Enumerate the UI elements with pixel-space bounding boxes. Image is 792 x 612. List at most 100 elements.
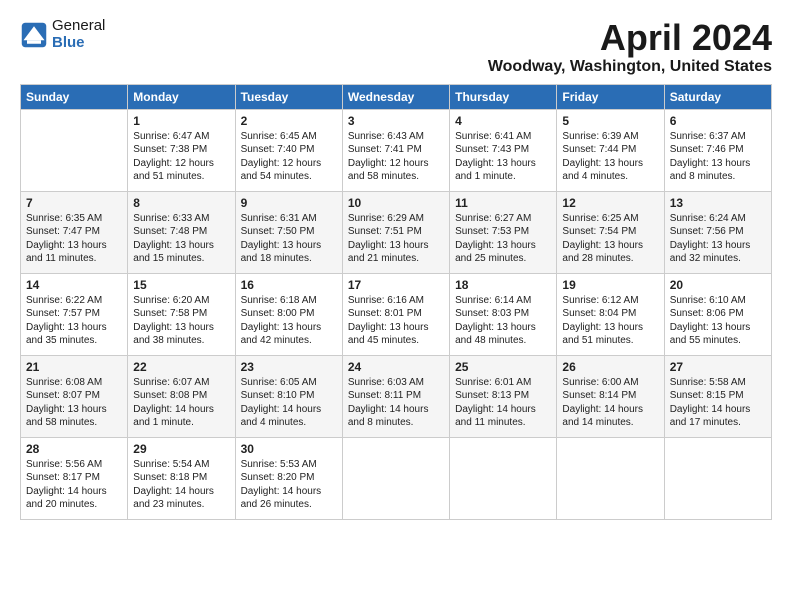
calendar-week-row: 1Sunrise: 6:47 AM Sunset: 7:38 PM Daylig…: [21, 109, 772, 191]
table-row: 29 Sunrise: 5:54 AM Sunset: 8:18 PM Dayli…: [128, 437, 235, 519]
day-number: 30: [241, 442, 337, 456]
day-info: Sunrise: 6:31 AM Sunset: 7:50 PM Dayligh…: [241, 212, 337, 266]
table-row: 13 Sunrise: 6:24 AM Sunset: 7:56 PM Dayli…: [664, 191, 771, 273]
table-row: [450, 437, 557, 519]
col-saturday: Saturday: [664, 84, 771, 109]
day-number: 20: [670, 278, 766, 292]
day-number: 7: [26, 196, 122, 210]
col-wednesday: Wednesday: [342, 84, 449, 109]
location-text: Woodway, Washington, United States: [488, 58, 772, 76]
day-number: 24: [348, 360, 444, 374]
day-number: 6: [670, 114, 766, 128]
col-friday: Friday: [557, 84, 664, 109]
page-container: General Blue April 2024 Woodway, Washing…: [0, 0, 792, 530]
day-info: Sunrise: 5:56 AM Sunset: 8:17 PM Dayligh…: [26, 458, 122, 512]
table-row: 19 Sunrise: 6:12 AM Sunset: 8:04 PM Dayli…: [557, 273, 664, 355]
day-number: 17: [348, 278, 444, 292]
day-info: Sunrise: 6:33 AM Sunset: 7:48 PM Dayligh…: [133, 212, 229, 266]
calendar-week-row: 28 Sunrise: 5:56 AM Sunset: 8:17 PM Dayli…: [21, 437, 772, 519]
day-info: Sunrise: 5:58 AM Sunset: 8:15 PM Dayligh…: [670, 376, 766, 430]
calendar-table: Sunday Monday Tuesday Wednesday Thursday…: [20, 84, 772, 520]
day-number: 16: [241, 278, 337, 292]
col-sunday: Sunday: [21, 84, 128, 109]
page-header: General Blue April 2024 Woodway, Washing…: [20, 18, 772, 76]
day-number: 3: [348, 114, 444, 128]
day-number: 15: [133, 278, 229, 292]
day-info: Sunrise: 6:37 AM Sunset: 7:46 PM Dayligh…: [670, 130, 766, 184]
table-row: 4 Sunrise: 6:41 AM Sunset: 7:43 PM Daylig…: [450, 109, 557, 191]
day-info: Sunrise: 6:12 AM Sunset: 8:04 PM Dayligh…: [562, 294, 658, 348]
day-number: 5: [562, 114, 658, 128]
day-number: 2: [241, 114, 337, 128]
calendar-header-row: Sunday Monday Tuesday Wednesday Thursday…: [21, 84, 772, 109]
day-info: Sunrise: 6:20 AM Sunset: 7:58 PM Dayligh…: [133, 294, 229, 348]
day-number: 27: [670, 360, 766, 374]
day-info: Sunrise: 6:08 AM Sunset: 8:07 PM Dayligh…: [26, 376, 122, 430]
table-row: 22 Sunrise: 6:07 AM Sunset: 8:08 PM Dayli…: [128, 355, 235, 437]
day-number: 23: [241, 360, 337, 374]
day-info: Sunrise: 6:41 AM Sunset: 7:43 PM Dayligh…: [455, 130, 551, 184]
table-row: 1Sunrise: 6:47 AM Sunset: 7:38 PM Daylig…: [128, 109, 235, 191]
day-info: Sunrise: 5:54 AM Sunset: 8:18 PM Dayligh…: [133, 458, 229, 512]
day-info: Sunrise: 6:22 AM Sunset: 7:57 PM Dayligh…: [26, 294, 122, 348]
day-info: Sunrise: 6:45 AM Sunset: 7:40 PM Dayligh…: [241, 130, 337, 184]
day-number: 4: [455, 114, 551, 128]
col-monday: Monday: [128, 84, 235, 109]
day-info: Sunrise: 6:27 AM Sunset: 7:53 PM Dayligh…: [455, 212, 551, 266]
day-info: Sunrise: 5:53 AM Sunset: 8:20 PM Dayligh…: [241, 458, 337, 512]
logo-general-text: General: [52, 18, 105, 35]
day-info: Sunrise: 6:01 AM Sunset: 8:13 PM Dayligh…: [455, 376, 551, 430]
day-number: 22: [133, 360, 229, 374]
table-row: 8 Sunrise: 6:33 AM Sunset: 7:48 PM Daylig…: [128, 191, 235, 273]
table-row: 12Sunrise: 6:25 AM Sunset: 7:54 PM Dayli…: [557, 191, 664, 273]
day-info: Sunrise: 6:35 AM Sunset: 7:47 PM Dayligh…: [26, 212, 122, 266]
day-number: 26: [562, 360, 658, 374]
logo-icon: [20, 21, 48, 49]
table-row: 24 Sunrise: 6:03 AM Sunset: 8:11 PM Dayli…: [342, 355, 449, 437]
day-info: Sunrise: 6:14 AM Sunset: 8:03 PM Dayligh…: [455, 294, 551, 348]
col-tuesday: Tuesday: [235, 84, 342, 109]
day-number: 21: [26, 360, 122, 374]
day-info: Sunrise: 6:39 AM Sunset: 7:44 PM Dayligh…: [562, 130, 658, 184]
day-number: 9: [241, 196, 337, 210]
table-row: 16Sunrise: 6:18 AM Sunset: 8:00 PM Dayli…: [235, 273, 342, 355]
table-row: 15 Sunrise: 6:20 AM Sunset: 7:58 PM Dayli…: [128, 273, 235, 355]
day-info: Sunrise: 6:07 AM Sunset: 8:08 PM Dayligh…: [133, 376, 229, 430]
day-info: Sunrise: 6:05 AM Sunset: 8:10 PM Dayligh…: [241, 376, 337, 430]
calendar-week-row: 14 Sunrise: 6:22 AM Sunset: 7:57 PM Dayli…: [21, 273, 772, 355]
table-row: 27 Sunrise: 5:58 AM Sunset: 8:15 PM Dayli…: [664, 355, 771, 437]
table-row: 17 Sunrise: 6:16 AM Sunset: 8:01 PM Dayli…: [342, 273, 449, 355]
table-row: 21 Sunrise: 6:08 AM Sunset: 8:07 PM Dayli…: [21, 355, 128, 437]
table-row: [664, 437, 771, 519]
day-number: 19: [562, 278, 658, 292]
calendar-week-row: 7 Sunrise: 6:35 AM Sunset: 7:47 PM Daylig…: [21, 191, 772, 273]
table-row: 11Sunrise: 6:27 AM Sunset: 7:53 PM Dayli…: [450, 191, 557, 273]
table-row: 2 Sunrise: 6:45 AM Sunset: 7:40 PM Daylig…: [235, 109, 342, 191]
month-title: April 2024: [488, 18, 772, 58]
day-info: Sunrise: 6:29 AM Sunset: 7:51 PM Dayligh…: [348, 212, 444, 266]
table-row: 3Sunrise: 6:43 AM Sunset: 7:41 PM Daylig…: [342, 109, 449, 191]
calendar-week-row: 21 Sunrise: 6:08 AM Sunset: 8:07 PM Dayli…: [21, 355, 772, 437]
logo: General Blue: [20, 18, 105, 51]
day-number: 14: [26, 278, 122, 292]
table-row: 5 Sunrise: 6:39 AM Sunset: 7:44 PM Daylig…: [557, 109, 664, 191]
table-row: 30 Sunrise: 5:53 AM Sunset: 8:20 PM Dayli…: [235, 437, 342, 519]
day-info: Sunrise: 6:03 AM Sunset: 8:11 PM Dayligh…: [348, 376, 444, 430]
day-info: Sunrise: 6:24 AM Sunset: 7:56 PM Dayligh…: [670, 212, 766, 266]
table-row: 9 Sunrise: 6:31 AM Sunset: 7:50 PM Daylig…: [235, 191, 342, 273]
table-row: 28 Sunrise: 5:56 AM Sunset: 8:17 PM Dayli…: [21, 437, 128, 519]
day-info: Sunrise: 6:16 AM Sunset: 8:01 PM Dayligh…: [348, 294, 444, 348]
day-number: 29: [133, 442, 229, 456]
day-info: Sunrise: 6:25 AM Sunset: 7:54 PM Dayligh…: [562, 212, 658, 266]
day-number: 1: [133, 114, 229, 128]
day-info: Sunrise: 6:00 AM Sunset: 8:14 PM Dayligh…: [562, 376, 658, 430]
day-number: 28: [26, 442, 122, 456]
day-number: 8: [133, 196, 229, 210]
day-number: 13: [670, 196, 766, 210]
table-row: 25Sunrise: 6:01 AM Sunset: 8:13 PM Dayli…: [450, 355, 557, 437]
col-thursday: Thursday: [450, 84, 557, 109]
table-row: 23 Sunrise: 6:05 AM Sunset: 8:10 PM Dayli…: [235, 355, 342, 437]
table-row: 26 Sunrise: 6:00 AM Sunset: 8:14 PM Dayli…: [557, 355, 664, 437]
day-number: 10: [348, 196, 444, 210]
title-section: April 2024 Woodway, Washington, United S…: [488, 18, 772, 76]
